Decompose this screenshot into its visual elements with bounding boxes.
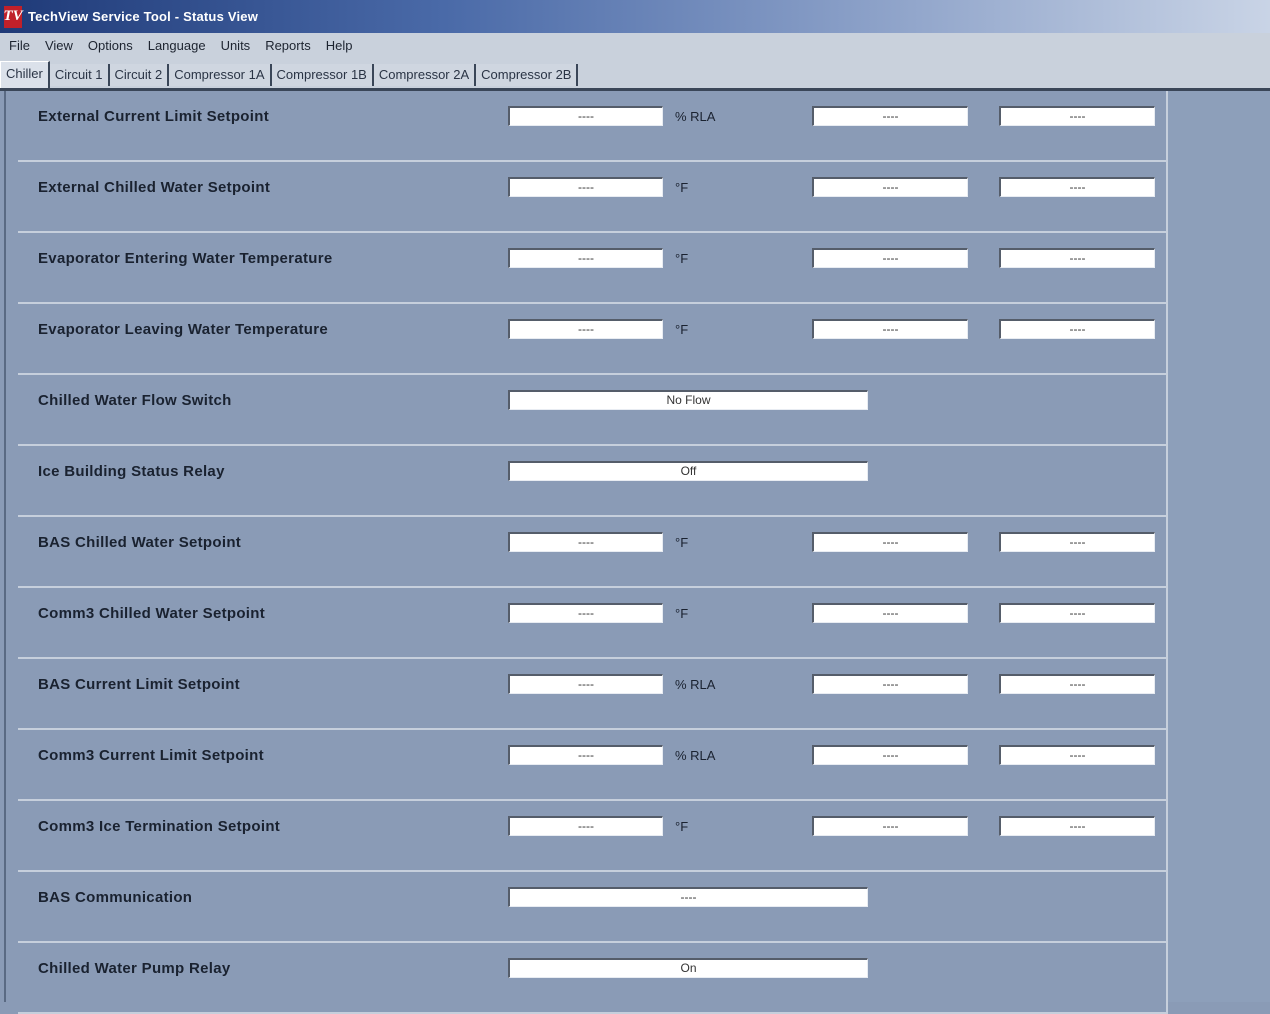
value-field: ----: [508, 887, 868, 907]
value-field-3: ----: [999, 745, 1155, 765]
menu-language[interactable]: Language: [148, 38, 206, 53]
status-row: Ice Building Status Relay Off: [18, 446, 1168, 517]
status-row: Evaporator Leaving Water Temperature ---…: [18, 304, 1168, 375]
value-field-2: ----: [812, 106, 968, 126]
row-label: BAS Communication: [38, 889, 193, 906]
status-row: Comm3 Chilled Water Setpoint ---- °F ---…: [18, 588, 1168, 659]
row-label: Comm3 Ice Termination Setpoint: [38, 818, 281, 835]
status-panel: External Current Limit Setpoint ---- % R…: [4, 91, 1270, 1014]
value-field-3: ----: [999, 248, 1155, 268]
value-field-2: ----: [812, 674, 968, 694]
row-label: Chilled Water Pump Relay: [38, 960, 231, 977]
value-field: ----: [508, 674, 663, 694]
unit-label: °F: [675, 322, 689, 337]
menu-units[interactable]: Units: [221, 38, 251, 53]
menu-file[interactable]: File: [9, 38, 30, 53]
row-label: BAS Current Limit Setpoint: [38, 676, 240, 693]
value-field: ----: [508, 319, 663, 339]
value-field-2: ----: [812, 532, 968, 552]
row-label: External Current Limit Setpoint: [38, 108, 269, 125]
value-field: ----: [508, 177, 663, 197]
right-strip: [1168, 91, 1270, 1002]
status-row: Chilled Water Pump Relay On: [18, 943, 1168, 1014]
unit-label: °F: [675, 180, 689, 195]
title-bar: TV TechView Service Tool - Status View: [0, 0, 1270, 33]
status-row: BAS Chilled Water Setpoint ---- °F ---- …: [18, 517, 1168, 588]
value-field-2: ----: [812, 248, 968, 268]
value-field-3: ----: [999, 532, 1155, 552]
value-field-2: ----: [812, 816, 968, 836]
value-field-3: ----: [999, 674, 1155, 694]
value-field-3: ----: [999, 816, 1155, 836]
unit-label: °F: [675, 251, 689, 266]
value-field: ----: [508, 106, 663, 126]
tab-compressor-2b[interactable]: Compressor 2B: [476, 64, 579, 86]
unit-label: °F: [675, 819, 689, 834]
unit-label: °F: [675, 535, 689, 550]
status-row: External Chilled Water Setpoint ---- °F …: [18, 162, 1168, 233]
row-label: Evaporator Entering Water Temperature: [38, 250, 333, 267]
tab-compressor-1b[interactable]: Compressor 1B: [271, 64, 374, 86]
tab-circuit-2[interactable]: Circuit 2: [109, 64, 170, 86]
tab-chiller[interactable]: Chiller: [0, 61, 50, 88]
value-field: ----: [508, 745, 663, 765]
app-logo-icon: TV: [3, 5, 23, 28]
value-field-3: ----: [999, 106, 1155, 126]
row-label: External Chilled Water Setpoint: [38, 179, 271, 196]
row-label: Comm3 Chilled Water Setpoint: [38, 605, 266, 622]
value-field: Off: [508, 461, 868, 481]
row-label: BAS Chilled Water Setpoint: [38, 534, 242, 551]
status-rows: External Current Limit Setpoint ---- % R…: [18, 91, 1168, 1014]
value-field-3: ----: [999, 319, 1155, 339]
status-row: Evaporator Entering Water Temperature --…: [18, 233, 1168, 304]
row-label: Ice Building Status Relay: [38, 463, 225, 480]
menu-reports[interactable]: Reports: [265, 38, 311, 53]
value-field-2: ----: [812, 603, 968, 623]
unit-label: % RLA: [675, 109, 716, 124]
value-field-3: ----: [999, 177, 1155, 197]
menu-options[interactable]: Options: [88, 38, 133, 53]
row-label: Chilled Water Flow Switch: [38, 392, 232, 409]
value-field-2: ----: [812, 177, 968, 197]
status-row: Comm3 Current Limit Setpoint ---- % RLA …: [18, 730, 1168, 801]
unit-label: % RLA: [675, 748, 716, 763]
menu-view[interactable]: View: [45, 38, 73, 53]
tab-circuit-1[interactable]: Circuit 1: [49, 64, 110, 86]
status-row: Chilled Water Flow Switch No Flow: [18, 375, 1168, 446]
unit-label: % RLA: [675, 677, 716, 692]
tab-strip: Chiller Circuit 1 Circuit 2 Compressor 1…: [0, 57, 1270, 91]
status-row: External Current Limit Setpoint ---- % R…: [18, 91, 1168, 162]
tab-compressor-1a[interactable]: Compressor 1A: [169, 64, 272, 86]
window-title: TechView Service Tool - Status View: [28, 9, 259, 24]
row-label: Comm3 Current Limit Setpoint: [38, 747, 264, 764]
value-field: ----: [508, 248, 663, 268]
tab-compressor-2a[interactable]: Compressor 2A: [373, 64, 477, 86]
menu-bar: File View Options Language Units Reports…: [0, 33, 1270, 58]
value-field-2: ----: [812, 745, 968, 765]
value-field: ----: [508, 816, 663, 836]
value-field: ----: [508, 532, 663, 552]
status-row: Comm3 Ice Termination Setpoint ---- °F -…: [18, 801, 1168, 872]
unit-label: °F: [675, 606, 689, 621]
value-field: No Flow: [508, 390, 868, 410]
value-field: ----: [508, 603, 663, 623]
row-label: Evaporator Leaving Water Temperature: [38, 321, 329, 338]
value-field-2: ----: [812, 319, 968, 339]
menu-help[interactable]: Help: [326, 38, 353, 53]
status-row: BAS Current Limit Setpoint ---- % RLA --…: [18, 659, 1168, 730]
value-field-3: ----: [999, 603, 1155, 623]
value-field: On: [508, 958, 868, 978]
status-row: BAS Communication ----: [18, 872, 1168, 943]
